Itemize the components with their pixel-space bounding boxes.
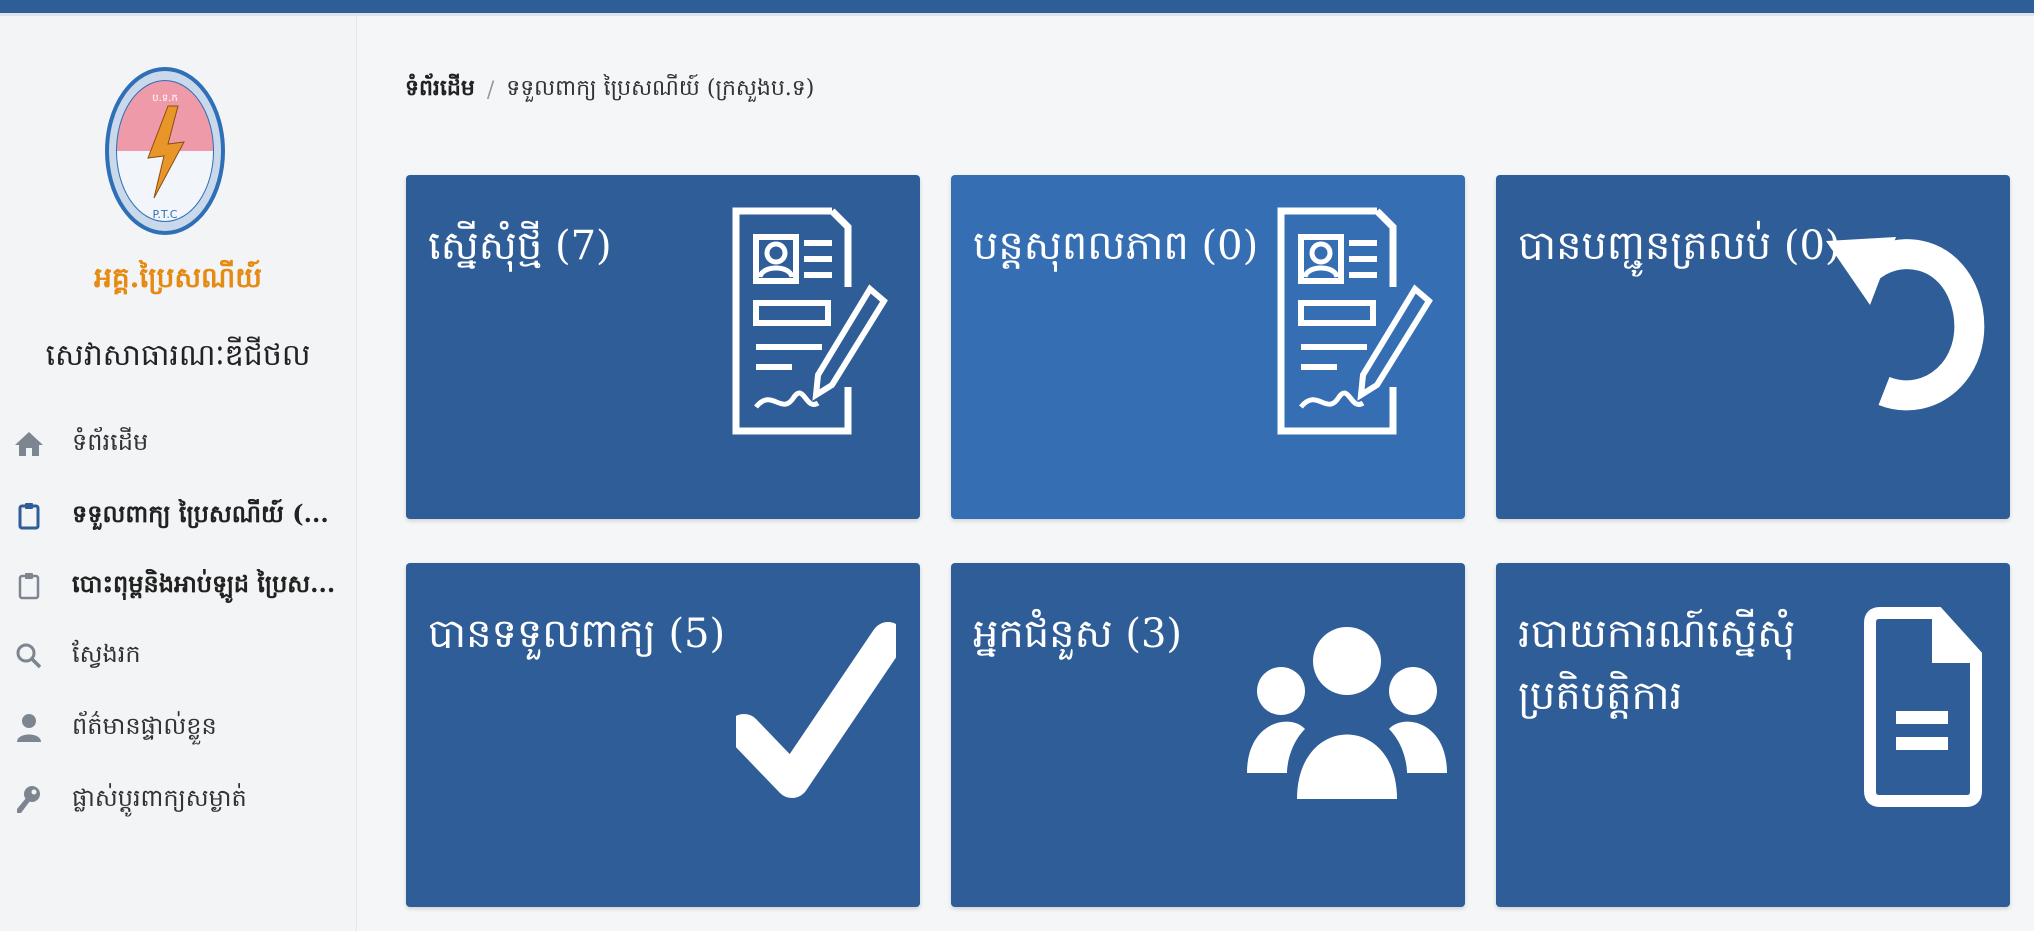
clipboard-icon [12,501,46,531]
org-name: អគ្គ.ប្រៃសណីយ៍ [94,261,262,294]
search-icon [12,641,46,671]
svg-text:ប.ទ.ក: ប.ទ.ក [152,93,177,104]
svg-text:P.T.C: P.T.C [152,208,177,221]
document-sign-icon [1277,207,1433,435]
tile-report[interactable]: របាយការណ៍ស្នើសុំប្រតិបត្តិការ [1496,563,2010,907]
tile-new-request[interactable]: ស្នើសុំថ្មី (7) [406,175,920,519]
tile-representative[interactable]: អ្នកជំនួស (3) [951,563,1465,907]
org-logo: ប.ទ.ក P.T.C [105,67,225,235]
tile-label: អ្នកជំនួស (3) [973,611,1183,657]
tile-renew-validity[interactable]: បន្តសុពលភាព (0) [951,175,1465,519]
sidebar-item-label: ទទួលពាក្យ ប្រៃសណីយ៍ (... [72,498,329,528]
tile-label: បានទទួលពាក្យ (5) [428,611,726,657]
sidebar-item-label: ផ្លាស់ប្តូរពាក្យសម្ងាត់ [72,783,247,812]
file-icon [1864,607,1982,807]
checkmark-icon [736,622,896,798]
tile-label: បន្តសុពលភាព (0) [973,223,1259,269]
sidebar-item-change-password[interactable]: ផ្លាស់ប្តូរពាក្យសម្ងាត់ [12,780,342,820]
sidebar-item-label: ទំព័រដើម [72,427,149,456]
home-icon [12,429,46,459]
top-bar [0,0,2034,13]
tile-label: ស្នើសុំថ្មី (7) [428,223,612,269]
sidebar-item-receive-application[interactable]: ទទួលពាក្យ ប្រៃសណីយ៍ (... [12,496,342,536]
tile-label: បានបញ្ជូនត្រលប់ (0) [1518,223,1841,269]
breadcrumb-current: ទទួលពាក្យ ប្រៃសណីយ៍ (ក្រសួងប.ទ) [506,76,815,101]
user-icon [12,713,46,743]
sidebar-item-home[interactable]: ទំព័រដើម [12,424,342,464]
tile-received[interactable]: បានទទួលពាក្យ (5) [406,563,920,907]
sidebar-item-label: ព័ត៌មានផ្ទាល់ខ្លួន [72,711,217,740]
breadcrumb-home[interactable]: ទំព័រដើម [405,74,475,106]
document-sign-icon [732,207,888,435]
sidebar-item-label: បោះពុម្ពនិងអាប់ឡូដ ប្រៃស... [72,568,336,598]
breadcrumb: ទំព័រដើម / ទទួលពាក្យ ប្រៃសណីយ៍ (ក្រសួងប.… [405,74,814,106]
breadcrumb-separator: / [486,77,495,103]
sidebar-item-print-upload[interactable]: បោះពុម្ពនិងអាប់ឡូដ ប្រៃស... [12,566,342,606]
users-icon [1247,627,1447,799]
sidebar-item-search[interactable]: ស្វែងរក [12,636,342,676]
tile-returned[interactable]: បានបញ្ជូនត្រលប់ (0) [1496,175,2010,519]
sidebar: ប.ទ.ក P.T.C អគ្គ.ប្រៃសណីយ៍ សេវាសាធារណៈឌី… [0,16,357,931]
key-icon [12,785,46,815]
clipboard-icon [12,571,46,601]
sidebar-item-label: ស្វែងរក [72,639,141,668]
sidebar-item-profile[interactable]: ព័ត៌មានផ្ទាល់ខ្លួន [12,708,342,748]
main-content: ទំព័រដើម / ទទួលពាក្យ ប្រៃសណីយ៍ (ក្រសួងប.… [357,16,2034,931]
tile-label: របាយការណ៍ស្នើសុំប្រតិបត្តិការ [1518,611,1796,719]
org-subtitle: សេវាសាធារណៈឌីជីថល [45,338,311,373]
undo-icon [1826,237,1985,411]
